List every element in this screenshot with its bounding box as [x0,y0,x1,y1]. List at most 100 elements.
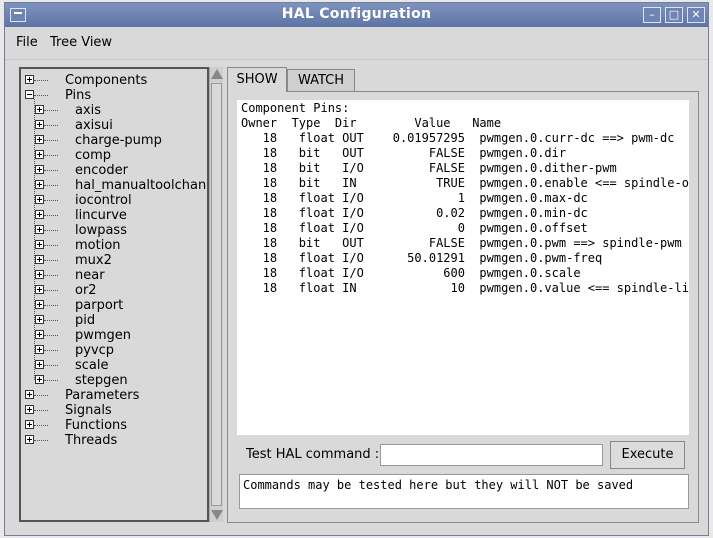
expand-icon[interactable] [35,300,44,309]
test-command-input[interactable] [380,444,603,466]
tree-item-hal-manualtoolchange[interactable]: hal_manualtoolchange [21,178,207,193]
expand-icon[interactable] [35,210,44,219]
tree-item-axis[interactable]: axis [21,103,207,118]
tree-item-axisui[interactable]: axisui [21,118,207,133]
tree-item-label: mux2 [75,253,112,268]
window-title: HAL Configuration [281,6,432,22]
expand-icon[interactable] [35,360,44,369]
tree-item-scale[interactable]: scale [21,358,207,373]
tree-item-mux2[interactable]: mux2 [21,253,207,268]
expand-icon[interactable] [35,330,44,339]
expand-icon[interactable] [25,405,34,414]
tree-item-label: motion [75,238,121,253]
minimize-icon[interactable]: – [643,7,661,23]
tree-item-or2[interactable]: or2 [21,283,207,298]
expand-icon[interactable] [35,120,44,129]
tree-item-label: lowpass [75,223,127,238]
hal-config-window: HAL Configuration – □ ✕ File Tree View C… [4,2,709,536]
pin-row: 18 float I/O 0 pwmgen.0.offset [241,221,588,235]
pin-row: 18 bit IN TRUE pwmgen.0.enable <== spind… [241,176,689,190]
tree-item-label: encoder [75,163,128,178]
collapse-icon[interactable] [25,90,34,99]
menu-tree-view[interactable]: Tree View [50,35,112,50]
tree-item-label: lincurve [75,208,127,223]
expand-icon[interactable] [25,420,34,429]
tree-stub-line [44,305,58,307]
tree-item-comp[interactable]: comp [21,148,207,163]
pin-row: 18 float I/O 600 pwmgen.0.scale [241,266,581,280]
pin-row: 18 bit OUT FALSE pwmgen.0.pwm ==> spindl… [241,236,682,250]
tree-item-encoder[interactable]: encoder [21,163,207,178]
tree-stub-line [34,440,48,442]
pin-row: 18 bit OUT FALSE pwmgen.0.dir [241,146,567,160]
tree-stub-line [44,170,58,172]
expand-icon[interactable] [35,195,44,204]
expand-icon[interactable] [35,105,44,114]
pins-output: Component Pins: Owner Type Dir Value Nam… [237,100,689,435]
expand-icon[interactable] [25,435,34,444]
expand-icon[interactable] [25,75,34,84]
tree-scrollbar[interactable] [209,67,223,522]
tree-item-label: iocontrol [75,193,132,208]
tree-stub-line [34,95,48,97]
title-bar[interactable]: HAL Configuration – □ ✕ [5,3,708,27]
tree-item-functions[interactable]: Functions [21,418,207,433]
close-icon[interactable]: ✕ [687,7,705,23]
tree-stub-line [44,245,58,247]
menu-bar: File Tree View [5,27,708,60]
tree-item-pwmgen[interactable]: pwmgen [21,328,207,343]
tree-stub-line [44,125,58,127]
pin-row: 18 float IN 10 pwmgen.0.value <== spindl… [241,281,689,295]
expand-icon[interactable] [35,150,44,159]
scroll-up-arrow-icon[interactable] [211,69,223,79]
tree-item-lowpass[interactable]: lowpass [21,223,207,238]
expand-icon[interactable] [35,375,44,384]
tree-item-pyvcp[interactable]: pyvcp [21,343,207,358]
tree-item-motion[interactable]: motion [21,238,207,253]
tree-stub-line [44,230,58,232]
tree-item-pins[interactable]: Pins [21,88,207,103]
expand-icon[interactable] [35,345,44,354]
tree-stub-line [44,155,58,157]
tree-stub-line [44,185,58,187]
tree-stub-line [44,140,58,142]
expand-icon[interactable] [35,285,44,294]
expand-icon[interactable] [35,255,44,264]
tree-stub-line [44,200,58,202]
expand-icon[interactable] [25,390,34,399]
tree-item-lincurve[interactable]: lincurve [21,208,207,223]
pin-row: 18 bit I/O FALSE pwmgen.0.dither-pwm [241,161,617,175]
tree-stub-line [44,215,58,217]
expand-icon[interactable] [35,225,44,234]
maximize-icon[interactable]: □ [665,7,683,23]
tree-stub-line [44,290,58,292]
tree-item-pid[interactable]: pid [21,313,207,328]
tree-item-parport[interactable]: parport [21,298,207,313]
menu-file[interactable]: File [16,35,38,50]
tab-watch[interactable]: WATCH [287,69,355,91]
expand-icon[interactable] [35,165,44,174]
tree-item-components[interactable]: Components [21,73,207,88]
expand-icon[interactable] [35,315,44,324]
tree-item-label: Threads [65,433,118,448]
tree-item-signals[interactable]: Signals [21,403,207,418]
expand-icon[interactable] [35,135,44,144]
tree-item-near[interactable]: near [21,268,207,283]
tree-item-iocontrol[interactable]: iocontrol [21,193,207,208]
tree-item-charge-pump[interactable]: charge-pump [21,133,207,148]
command-output: Commands may be tested here but they wil… [239,474,689,509]
expand-icon[interactable] [35,180,44,189]
tree-item-parameters[interactable]: Parameters [21,388,207,403]
tree-item-label: stepgen [75,373,128,388]
tree-item-label: Components [65,73,148,88]
expand-icon[interactable] [35,240,44,249]
tree-item-label: or2 [75,283,97,298]
scroll-down-arrow-icon[interactable] [211,510,223,520]
scroll-thumb[interactable] [211,83,222,506]
tree-item-stepgen[interactable]: stepgen [21,373,207,388]
tree-item-threads[interactable]: Threads [21,433,207,448]
pin-row: 18 float I/O 0.02 pwmgen.0.min-dc [241,206,588,220]
execute-button[interactable]: Execute [610,441,685,469]
tab-show[interactable]: SHOW [227,67,287,92]
expand-icon[interactable] [35,270,44,279]
